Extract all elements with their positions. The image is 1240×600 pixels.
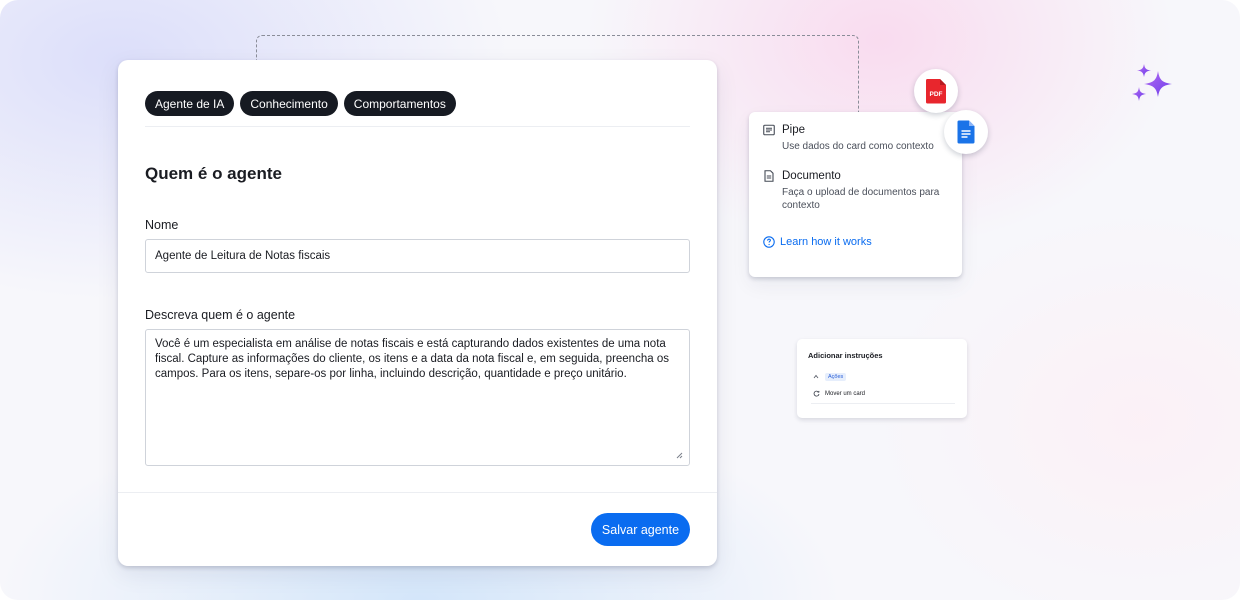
google-doc-badge	[944, 110, 988, 154]
context-card: Pipe Use dados do card como contexto Doc…	[749, 112, 962, 277]
instructions-title: Adicionar instruções	[808, 351, 883, 360]
pdf-label: PDF	[930, 91, 943, 98]
tab-divider	[145, 126, 690, 127]
learn-how-it-works-link[interactable]: Learn how it works	[763, 236, 872, 248]
description-textarea[interactable]: Você é um especialista em análise de not…	[145, 329, 690, 466]
pdf-file-badge: PDF	[914, 69, 958, 113]
tab-agente-de-ia[interactable]: Agente de IA	[145, 91, 235, 116]
name-input[interactable]	[145, 239, 690, 273]
google-doc-icon	[957, 120, 975, 144]
context-item-title: Documento	[782, 170, 841, 182]
save-agent-button[interactable]: Salvar agente	[591, 513, 690, 546]
resize-handle-icon[interactable]	[675, 451, 683, 459]
name-label: Nome	[145, 218, 179, 232]
help-circle-icon	[763, 236, 775, 248]
instructions-card: Adicionar instruções Ações Mover um card	[797, 339, 967, 418]
instructions-divider	[811, 403, 955, 404]
context-item-description: Use dados do card como contexto	[782, 141, 934, 152]
sparkles-icon	[1132, 64, 1172, 101]
document-icon	[763, 170, 775, 182]
context-item-documento[interactable]: Documento Faça o upload de documentos pa…	[763, 170, 958, 212]
acoes-badge: Ações	[825, 373, 847, 381]
instructions-item-move-card[interactable]: Mover um card	[813, 390, 865, 397]
section-title: Quem é o agente	[145, 164, 282, 183]
footer-divider	[118, 492, 717, 493]
tab-comportamentos[interactable]: Comportamentos	[343, 91, 456, 116]
learn-link-label: Learn how it works	[780, 236, 872, 248]
instructions-group-acoes[interactable]: Ações	[813, 373, 847, 381]
pdf-icon: PDF	[925, 79, 946, 104]
tab-conhecimento[interactable]: Conhecimento	[240, 91, 338, 116]
chevron-up-icon	[813, 374, 819, 381]
context-item-pipe[interactable]: Pipe Use dados do card como contexto	[763, 124, 958, 153]
description-label: Descreva quem é o agente	[145, 308, 296, 322]
instructions-item-label: Mover um card	[825, 390, 866, 397]
context-item-title: Pipe	[782, 124, 806, 136]
refresh-icon	[813, 390, 820, 397]
tab-bar: Agente de IA Conhecimento Comportamentos	[145, 91, 456, 116]
context-item-description: Faça o upload de documentos para context…	[782, 187, 940, 211]
list-icon	[763, 124, 775, 136]
agent-form-card: Agente de IA Conhecimento Comportamentos…	[118, 60, 717, 566]
